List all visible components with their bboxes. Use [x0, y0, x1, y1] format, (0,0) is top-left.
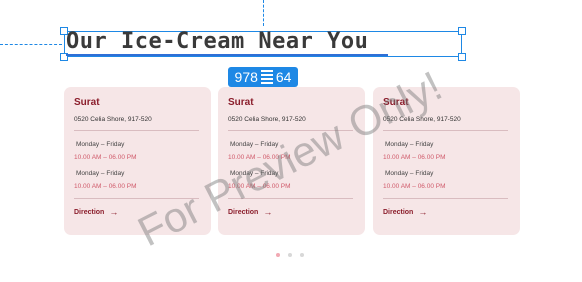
card-city: Surat [383, 97, 409, 108]
direction-label: Direction [74, 209, 105, 216]
pagination-dot-3[interactable] [300, 253, 304, 257]
card-city: Surat [74, 97, 100, 108]
resize-handle-bottom-right[interactable] [458, 53, 466, 61]
pagination-dot-1[interactable] [276, 253, 280, 257]
card-city: Surat [228, 97, 254, 108]
card-address: 0520 Celia Shore, 917-520 [228, 116, 306, 123]
direction-label: Direction [228, 209, 259, 216]
location-card: Surat 0520 Celia Shore, 917-520 Monday –… [373, 87, 520, 235]
card-days: Monday – Friday [385, 141, 434, 148]
direction-label: Direction [383, 209, 414, 216]
direction-link[interactable]: Direction → [383, 208, 427, 217]
carousel-pagination [276, 253, 304, 257]
direction-link[interactable]: Direction → [228, 208, 272, 217]
selection-size-badge: 978 64 [228, 67, 298, 87]
location-card: Surat 0520 Celia Shore, 917-520 Monday –… [64, 87, 211, 235]
alignment-guide-horizontal [0, 44, 62, 45]
page-title[interactable]: Our Ice-Cream Near You [66, 29, 368, 54]
dimension-separator-icon [260, 70, 273, 84]
card-hours: 10.00 AM – 06.00 PM [228, 183, 291, 190]
card-days: Monday – Friday [76, 170, 125, 177]
title-underline [66, 54, 388, 56]
resize-handle-top-right[interactable] [458, 27, 466, 35]
pagination-dot-2[interactable] [288, 253, 292, 257]
card-hours: 10.00 AM – 06.00 PM [74, 183, 137, 190]
card-hours: 10.00 AM – 06.00 PM [228, 154, 291, 161]
divider [228, 130, 353, 131]
divider [383, 130, 508, 131]
card-hours: 10.00 AM – 06.00 PM [74, 154, 137, 161]
location-card: Surat 0520 Celia Shore, 917-520 Monday –… [218, 87, 365, 235]
arrow-right-icon: → [418, 207, 428, 217]
divider [74, 130, 199, 131]
selection-height: 64 [275, 69, 292, 85]
divider [74, 198, 199, 199]
card-address: 0520 Celia Shore, 917-520 [383, 116, 461, 123]
divider [228, 198, 353, 199]
card-days: Monday – Friday [230, 141, 279, 148]
arrow-right-icon: → [263, 207, 273, 217]
divider [383, 198, 508, 199]
card-hours: 10.00 AM – 06.00 PM [383, 183, 446, 190]
card-address: 0520 Celia Shore, 917-520 [74, 116, 152, 123]
card-days: Monday – Friday [385, 170, 434, 177]
card-hours: 10.00 AM – 06.00 PM [383, 154, 446, 161]
selection-width: 978 [234, 69, 258, 85]
card-days: Monday – Friday [230, 170, 279, 177]
direction-link[interactable]: Direction → [74, 208, 118, 217]
card-days: Monday – Friday [76, 141, 125, 148]
alignment-guide-vertical [263, 0, 264, 26]
arrow-right-icon: → [109, 207, 119, 217]
